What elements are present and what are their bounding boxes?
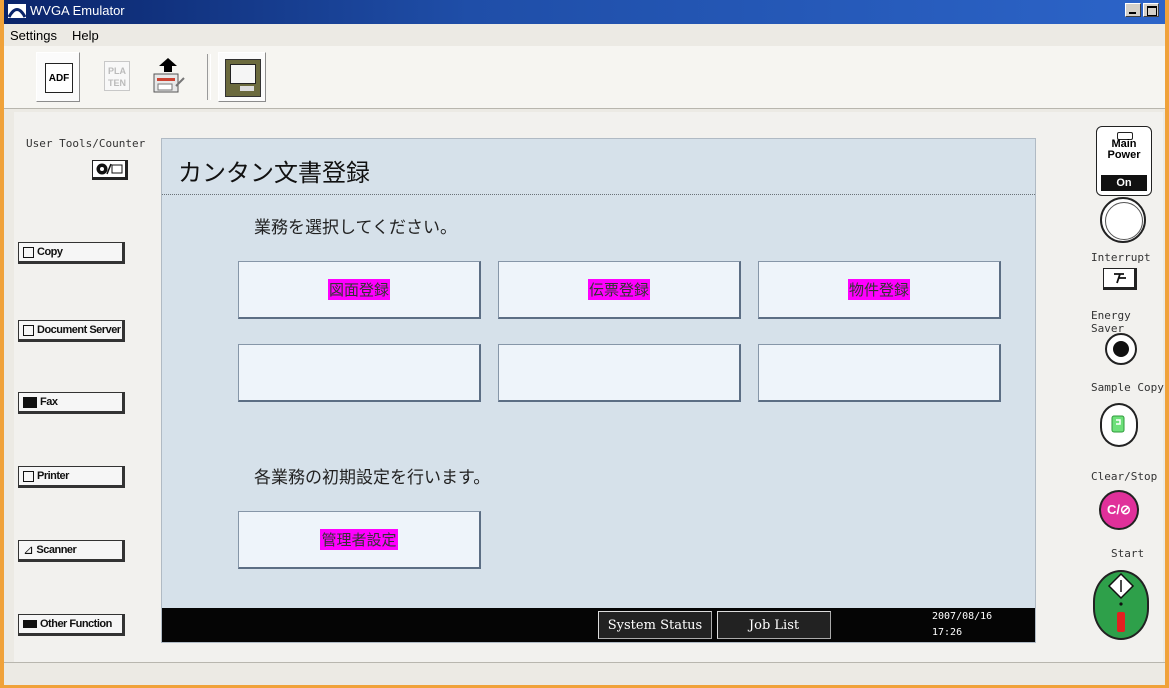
property-registration-label: 物件登録	[847, 279, 910, 300]
empty-task-button-3[interactable]	[758, 344, 1001, 402]
main-power-button[interactable]: Main Power On	[1096, 126, 1152, 196]
clear-stop-label: Clear/Stop	[1091, 470, 1158, 483]
adf-icon: ADF	[45, 63, 73, 93]
user-tools-counter-button[interactable]	[92, 160, 128, 180]
slip-registration-button[interactable]: 伝票登録	[498, 261, 741, 319]
other-function-label: Other Function	[40, 618, 112, 630]
status-time: 17:26	[932, 627, 963, 638]
platen-icon: PLA TEN	[104, 61, 130, 91]
toolbar: ADF PLA TEN	[4, 46, 1165, 109]
empty-task-button-2[interactable]	[498, 344, 741, 402]
energy-saver-icon	[1113, 341, 1129, 357]
page-title: カンタン文書登録	[178, 159, 370, 187]
drawing-registration-label: 図面登録	[327, 279, 390, 300]
other-function-button[interactable]: Other Function	[18, 614, 125, 636]
clear-stop-icon: C/⊘	[1107, 502, 1131, 517]
title-divider	[162, 194, 1035, 195]
bottom-status-bar	[4, 662, 1165, 685]
printer-icon	[23, 470, 34, 482]
menu-bar: Settings Help	[4, 24, 1165, 46]
drawing-registration-button[interactable]: 図面登録	[238, 261, 481, 319]
settings-prompt: 各業務の初期設定を行います。	[254, 468, 491, 488]
menu-help[interactable]: Help	[72, 28, 99, 43]
interrupt-label: Interrupt	[1091, 251, 1151, 264]
main-power-switch[interactable]	[1100, 197, 1146, 243]
panel-view-icon	[225, 59, 261, 97]
adf-tool-button[interactable]: ADF	[36, 52, 80, 102]
document-server-icon	[23, 324, 34, 336]
empty-task-button-1[interactable]	[238, 344, 481, 402]
admin-settings-label: 管理者設定	[320, 529, 398, 550]
window-title: WVGA Emulator	[30, 3, 125, 18]
eject-tool-button[interactable]	[146, 52, 190, 102]
start-label: Start	[1111, 547, 1145, 560]
user-tools-icon	[96, 163, 123, 175]
copy-icon	[23, 246, 34, 258]
fax-label: Fax	[40, 396, 58, 408]
main-power-line2: Power	[1107, 149, 1141, 161]
status-bar: System Status Job List 2007/08/16 17:26	[162, 608, 1035, 642]
user-tools-label: User Tools/Counter	[26, 137, 146, 150]
title-bar: WVGA Emulator	[4, 0, 1165, 24]
start-button[interactable]	[1093, 570, 1149, 640]
energy-saver-label: Energy Saver	[1091, 309, 1131, 335]
scanner-label: Scanner	[36, 544, 77, 556]
start-icon	[1107, 572, 1135, 632]
job-list-label: Job List	[748, 617, 800, 633]
sample-copy-button[interactable]	[1100, 403, 1138, 447]
platen-label: PLA TEN	[108, 66, 126, 88]
document-server-button[interactable]: Document Server	[18, 320, 125, 342]
interrupt-icon	[1114, 273, 1126, 284]
eject-printer-icon	[153, 58, 185, 93]
toolbar-separator	[207, 54, 211, 100]
select-prompt: 業務を選択してください。	[254, 218, 457, 238]
system-status-button[interactable]: System Status	[598, 611, 712, 639]
other-function-icon	[23, 620, 37, 628]
main-power-on: On	[1101, 175, 1147, 191]
copy-button[interactable]: Copy	[18, 242, 125, 264]
emulator-window: WVGA Emulator Settings Help ADF PLA TEN	[0, 0, 1169, 688]
panel-view-tool-button[interactable]	[218, 52, 266, 102]
document-server-label: Document Server	[37, 324, 121, 336]
interrupt-button[interactable]	[1103, 268, 1137, 290]
job-list-button[interactable]: Job List	[717, 611, 831, 639]
sample-copy-label: Sample Copy	[1091, 381, 1164, 394]
app-icon	[8, 4, 26, 18]
system-status-label: System Status	[607, 617, 703, 633]
fax-button[interactable]: Fax	[18, 392, 125, 414]
printer-label: Printer	[37, 470, 69, 482]
copy-label: Copy	[37, 246, 63, 258]
admin-settings-button[interactable]: 管理者設定	[238, 511, 481, 569]
scanner-button[interactable]: ⊿ Scanner	[18, 540, 125, 562]
clear-stop-button[interactable]: C/⊘	[1099, 490, 1139, 530]
minimize-button[interactable]	[1125, 3, 1141, 17]
fax-icon	[23, 396, 37, 408]
menu-settings[interactable]: Settings	[10, 28, 57, 43]
status-date: 2007/08/16	[932, 611, 993, 622]
slip-registration-label: 伝票登録	[587, 279, 650, 300]
sample-copy-icon	[1111, 415, 1125, 433]
touch-screen: カンタン文書登録 業務を選択してください。 図面登録 伝票登録 物件登録 各業務…	[161, 138, 1036, 643]
platen-tool-button[interactable]: PLA TEN	[96, 52, 140, 102]
printer-button[interactable]: Printer	[18, 466, 125, 488]
energy-saver-button[interactable]	[1105, 333, 1137, 365]
scanner-icon: ⊿	[23, 542, 34, 557]
maximize-button[interactable]	[1143, 3, 1159, 17]
adf-label: ADF	[48, 72, 70, 84]
property-registration-button[interactable]: 物件登録	[758, 261, 1001, 319]
